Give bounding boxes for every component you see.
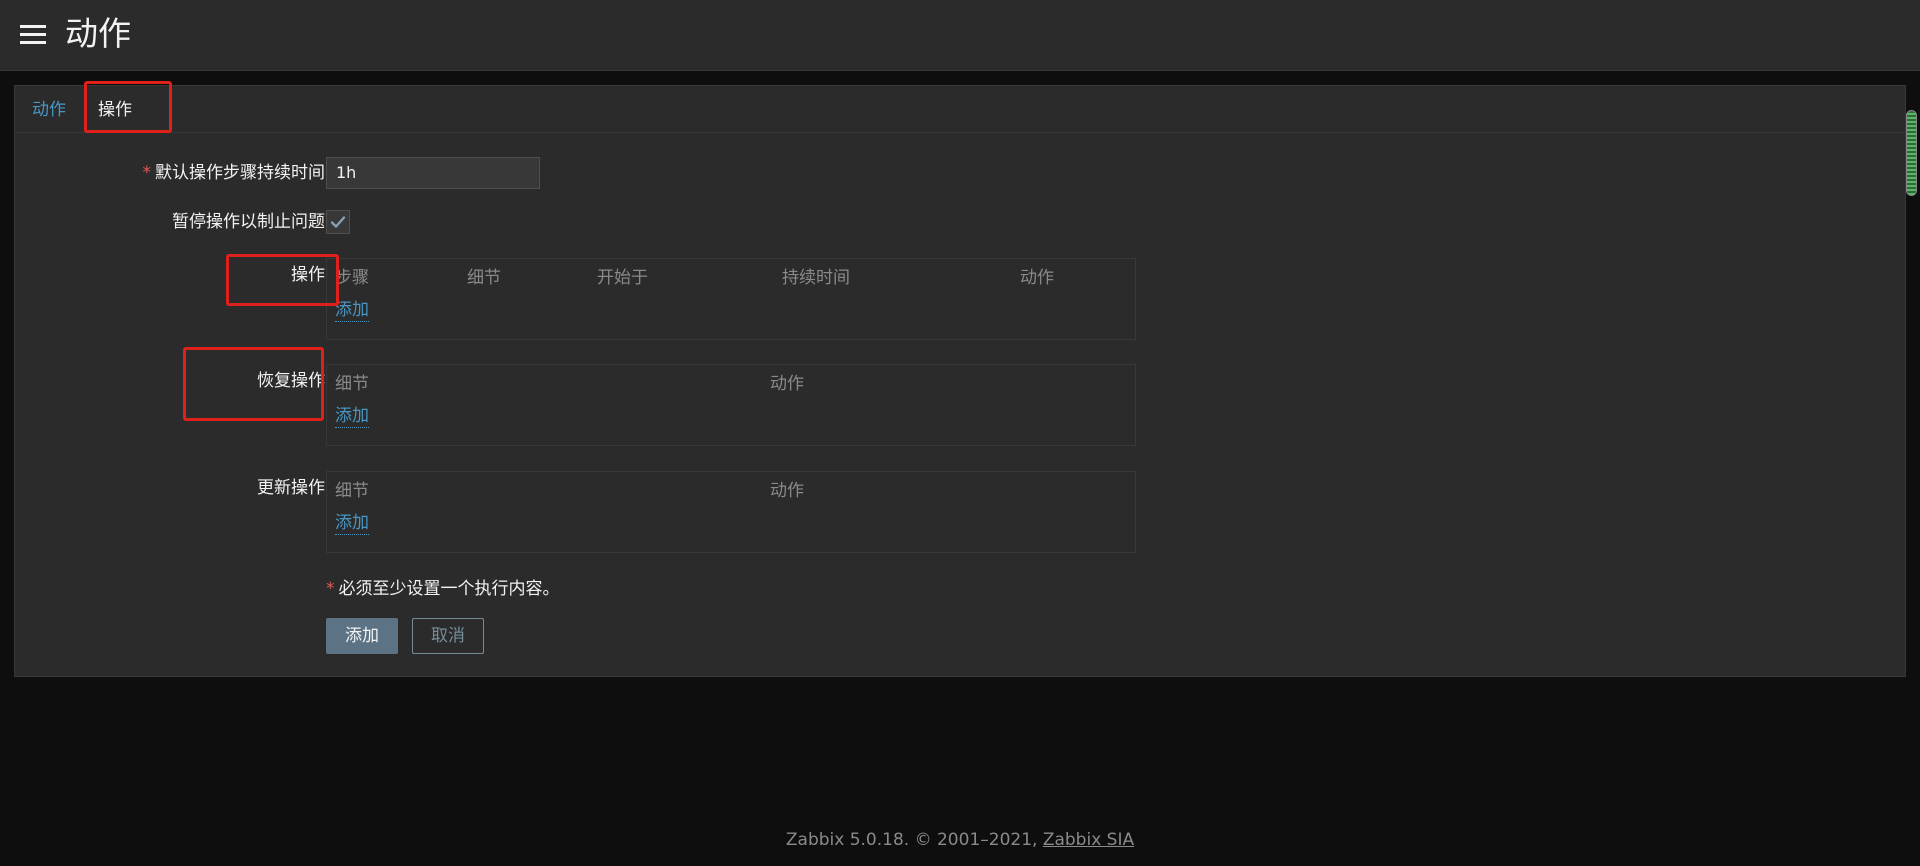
tab-operations[interactable]: 操作 [98,98,132,122]
column-header-action: 动作 [1020,268,1054,288]
scrollbar-thumb[interactable] [1906,110,1917,196]
column-header-step: 步骤 [335,268,369,288]
update-operations-label: 更新操作 [257,478,325,498]
add-update-operation-link[interactable]: 添加 [335,512,369,535]
hamburger-menu-icon[interactable] [20,25,46,45]
footer: Zabbix 5.0.18. © 2001–2021, Zabbix SIA [0,828,1920,852]
operations-table: 步骤 细节 开始于 持续时间 动作 添加 [326,258,1136,340]
required-asterisk: * [326,579,335,599]
column-header-start-in: 开始于 [597,268,648,288]
footer-link-zabbix-sia[interactable]: Zabbix SIA [1043,830,1134,850]
column-header-action: 动作 [770,374,804,394]
update-operations-table: 细节 动作 添加 [326,471,1136,553]
page-header: 动作 [0,0,1920,71]
add-button[interactable]: 添加 [326,618,398,654]
column-header-details: 细节 [335,374,369,394]
column-header-duration: 持续时间 [782,268,850,288]
scrollbar[interactable] [1904,108,1920,198]
action-form-panel: 动作 操作 * 默认操作步骤持续时间 1h 暂停操作以制止问题 操作 步骤 细节 … [14,81,1906,677]
page-title: 动作 [65,14,131,53]
tab-actions[interactable]: 动作 [32,98,66,122]
add-recovery-operation-link[interactable]: 添加 [335,405,369,428]
required-note: * 必须至少设置一个执行内容。 [326,579,560,599]
column-header-action: 动作 [770,481,804,501]
add-operation-link[interactable]: 添加 [335,299,369,322]
pause-operations-checkbox[interactable] [326,210,350,234]
cancel-button[interactable]: 取消 [412,618,484,654]
pause-operations-label: 暂停操作以制止问题 [172,212,325,232]
default-step-duration-input[interactable]: 1h [326,157,540,189]
tab-bar: 动作 操作 [15,86,1905,133]
recovery-operations-table: 细节 动作 添加 [326,364,1136,446]
required-asterisk: * [142,163,152,183]
column-header-details: 细节 [467,268,501,288]
checkmark-icon [330,216,346,228]
operations-label: 操作 [291,265,325,285]
column-header-details: 细节 [335,481,369,501]
footer-copyright: Zabbix 5.0.18. © 2001–2021, [785,830,1043,850]
recovery-operations-label: 恢复操作 [257,371,325,391]
default-step-duration-label: * 默认操作步骤持续时间 [142,163,326,183]
